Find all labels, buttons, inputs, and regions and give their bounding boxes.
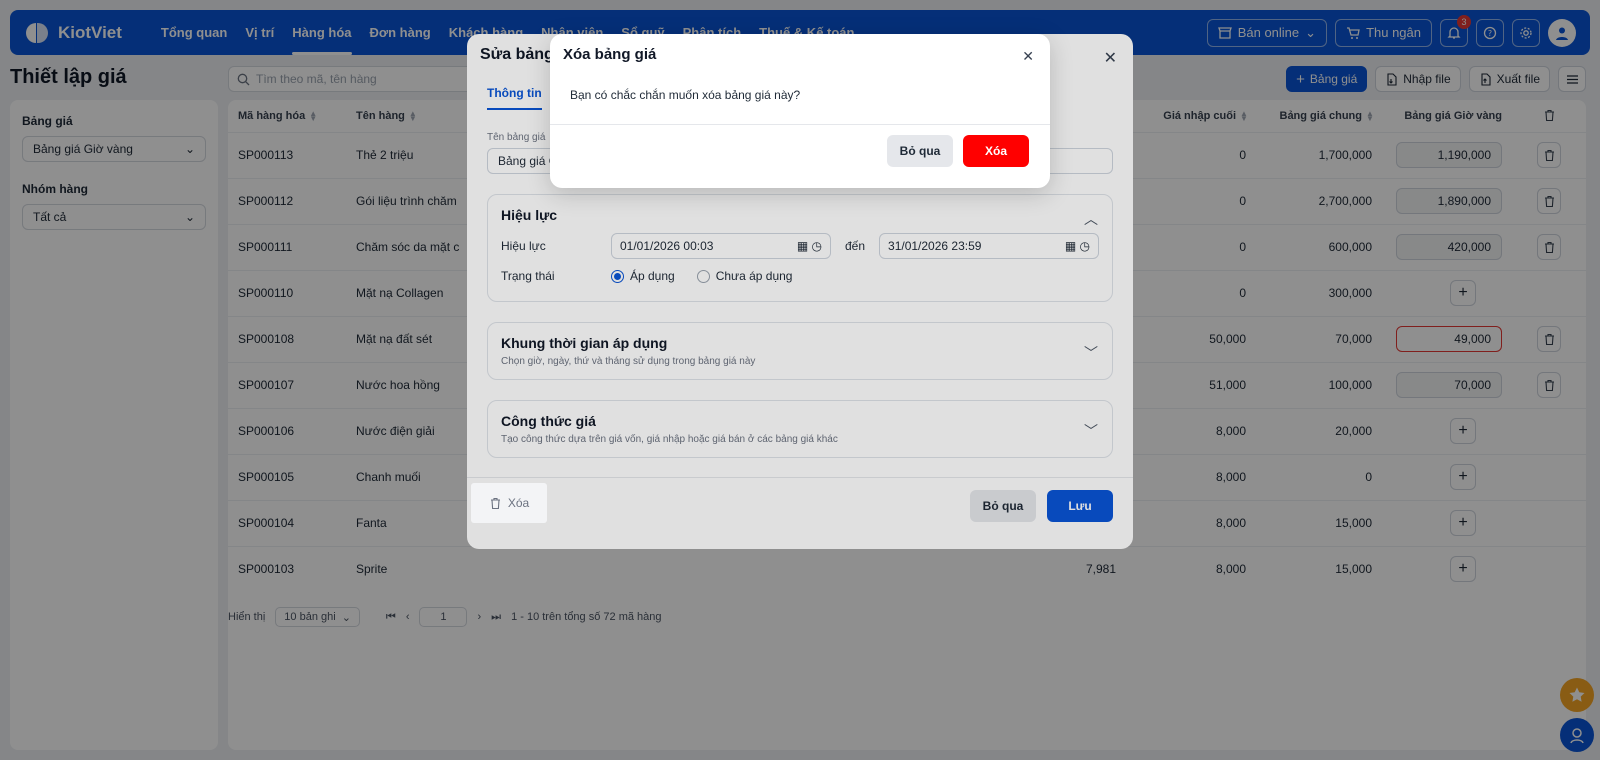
confirm-delete-button[interactable]: Xóa (963, 135, 1029, 167)
confirm-delete-dialog: Xóa bảng giá ✕ Bạn có chắc chắn muốn xóa… (550, 34, 1050, 188)
confirm-cancel-button[interactable]: Bỏ qua (887, 135, 953, 167)
trash-icon (490, 497, 500, 509)
divider (550, 124, 1050, 125)
delete-price-book-highlight: Xóa (471, 483, 547, 523)
close-icon[interactable]: ✕ (1022, 48, 1034, 65)
confirm-title: Xóa bảng giá (563, 46, 657, 63)
confirm-message: Bạn có chắc chắn muốn xóa bảng giá này? (570, 88, 801, 102)
delete-label: Xóa (507, 496, 530, 510)
